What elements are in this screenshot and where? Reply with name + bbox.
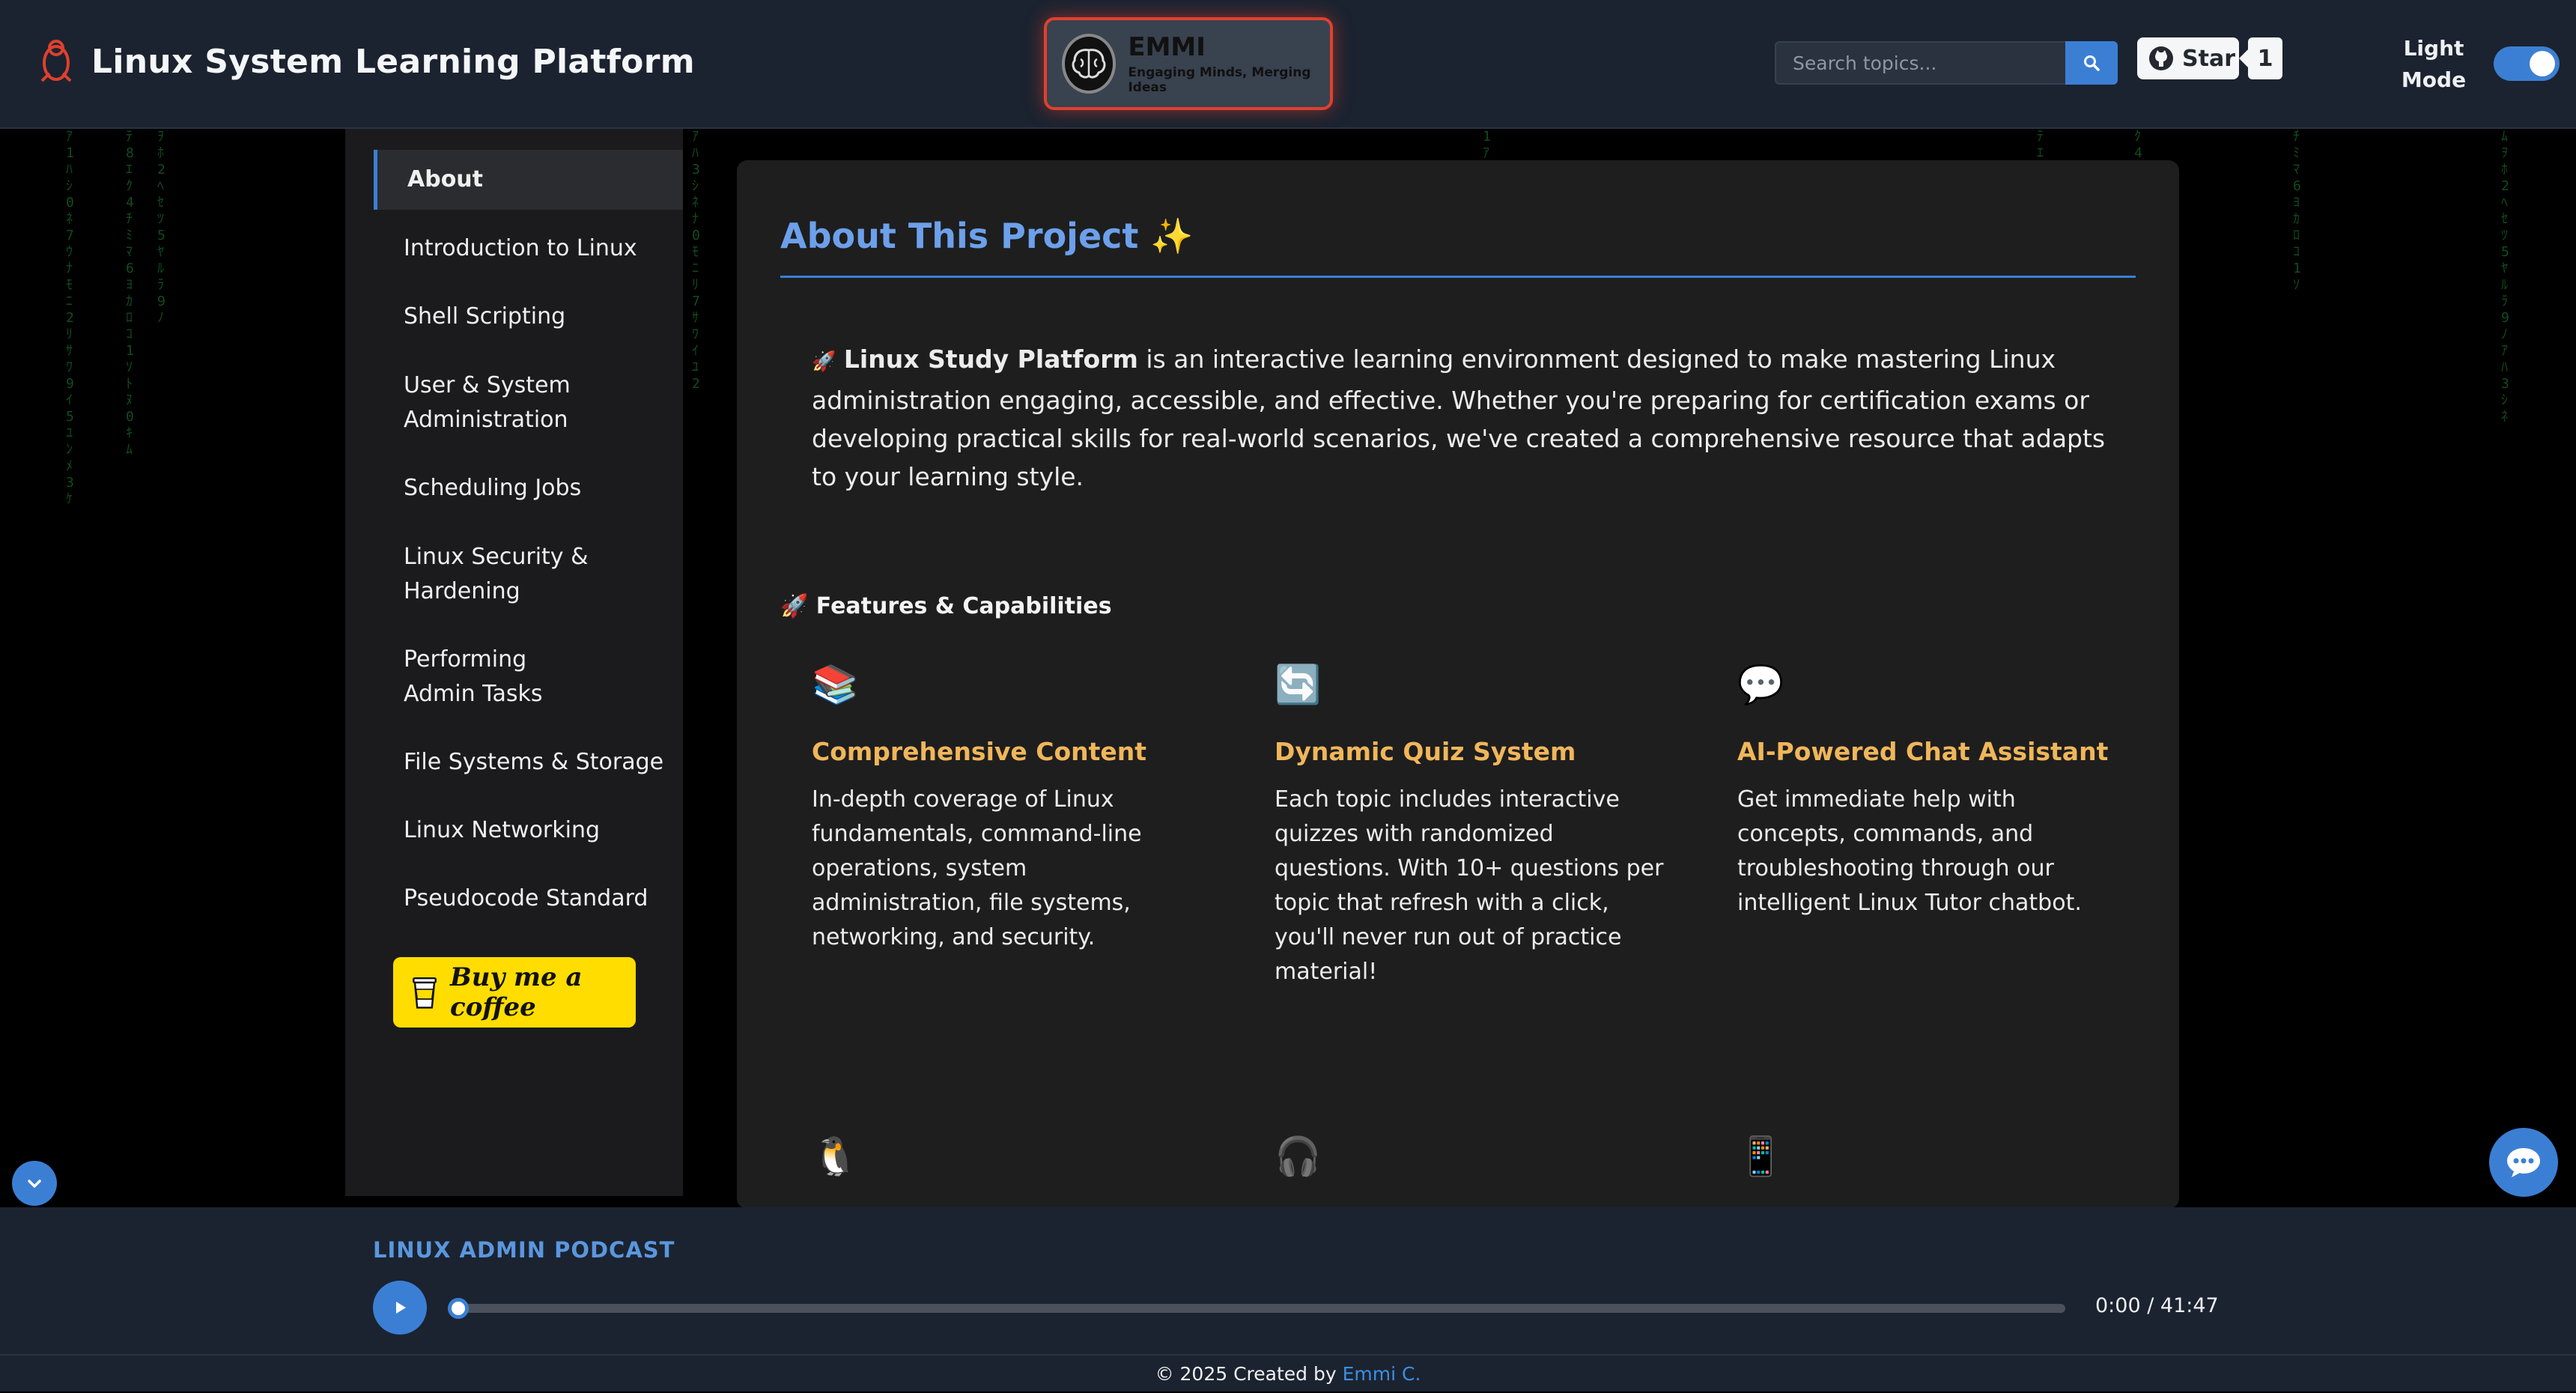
books-icon: 📚 xyxy=(812,663,859,706)
matrix-rain: ｱﾊ3ｼﾈﾅ0ﾓﾆﾘ7ｻﾜｲﾕ2 xyxy=(692,129,700,392)
matrix-rain: ﾑｦﾎ2ﾍｾﾂ5ﾔﾙﾗ9ﾉｱﾊ3ｼﾈ xyxy=(2501,129,2509,425)
buy-me-a-coffee-label: Buy me a coffee xyxy=(450,962,583,1022)
matrix-rain: ﾁﾐﾏ6ﾖｶﾛｺ1ｿ xyxy=(2293,129,2301,293)
logo-tagline: Engaging Minds, Merging Ideas xyxy=(1128,65,1311,95)
feature-title: Comprehensive Content xyxy=(812,737,1147,766)
matrix-rain: 1ｱ xyxy=(1483,129,1491,161)
light-mode-label: Light Mode xyxy=(2401,36,2467,92)
chat-icon xyxy=(2507,1148,2540,1177)
sidebar: About Introduction to Linux Shell Script… xyxy=(345,129,683,1196)
podcast-progress-track[interactable] xyxy=(448,1298,2065,1319)
sidebar-item-user-system-admin[interactable]: User & System Administration xyxy=(374,356,683,450)
theme-toggle[interactable] xyxy=(2494,46,2560,81)
chevron-down-icon xyxy=(28,1180,41,1188)
brain-icon xyxy=(1062,34,1117,94)
matrix-rain: ｦﾎ2ﾍｾﾂ5ﾔﾙﾗ9ﾉ xyxy=(157,129,165,326)
feature-card: 💬 AI-Powered Chat Assistant Get immediat… xyxy=(1737,662,2127,920)
footer-text: © 2025 Created by xyxy=(1155,1363,1343,1385)
feature-card: 🔄 Dynamic Quiz System Each topic include… xyxy=(1275,662,1664,989)
sidebar-item-scheduling-jobs[interactable]: Scheduling Jobs xyxy=(374,458,683,518)
github-star-label: Star xyxy=(2182,45,2235,72)
play-button[interactable] xyxy=(373,1281,427,1335)
sidebar-item-shell-scripting[interactable]: Shell Scripting xyxy=(374,287,683,347)
title-divider xyxy=(780,276,2136,278)
podcast-time: 0:00 / 41:47 xyxy=(2095,1294,2219,1317)
feature-title: Dynamic Quiz System xyxy=(1275,737,1576,766)
sidebar-item-networking[interactable]: Linux Networking xyxy=(374,801,683,861)
podcast-title: LINUX ADMIN PODCAST xyxy=(373,1237,675,1263)
speech-bubble-icon: 💬 xyxy=(1737,663,1784,706)
progress-handle[interactable] xyxy=(448,1298,469,1319)
toggle-knob xyxy=(2530,51,2555,76)
logo-name: EMMI xyxy=(1128,32,1206,62)
buy-me-a-coffee-button[interactable]: Buy me a coffee xyxy=(393,957,636,1028)
github-star-button[interactable]: Star xyxy=(2137,37,2239,79)
podcast-player: LINUX ADMIN PODCAST 0:00 / 41:47 xyxy=(0,1207,2576,1354)
page-title: About This Project ✨ xyxy=(780,216,1194,256)
sidebar-item-introduction[interactable]: Introduction to Linux xyxy=(374,219,683,279)
search-icon xyxy=(2084,55,2100,71)
headphones-icon: 🎧 xyxy=(1275,1135,1322,1178)
matrix-rain: ﾃ8ｴｸ4ﾁﾐﾏ6ﾖｶﾛｺ1ｿﾄﾇ0ｷﾑ xyxy=(126,129,134,458)
sidebar-item-admin-tasks[interactable]: Performing Admin Tasks xyxy=(374,630,683,724)
rocket-icon: 🚀 xyxy=(812,350,836,373)
matrix-rain: ｱ1ﾊｼ0ﾈ7ｳﾅﾓﾆ2ﾘｻﾜ9ｲ5ﾕﾝﾒ3ｹ xyxy=(66,129,74,507)
github-star-count[interactable]: 1 xyxy=(2239,37,2282,79)
intro-paragraph: 🚀 Linux Study Platform is an interactive… xyxy=(812,340,2137,496)
chat-assistant-button[interactable] xyxy=(2489,1128,2558,1197)
feature-card: 📚 Comprehensive Content In-depth coverag… xyxy=(812,662,1201,955)
feature-description: Each topic includes interactive quizzes … xyxy=(1275,786,1664,985)
feature-description: Get immediate help with concepts, comman… xyxy=(1737,786,2082,916)
tux-icon xyxy=(36,37,76,85)
coffee-cup-icon xyxy=(413,977,437,1009)
mobile-phone-icon: 📱 xyxy=(1737,1135,1784,1178)
app-title: Linux System Learning Platform xyxy=(91,42,695,81)
top-header: Linux System Learning Platform EMMI Enga… xyxy=(0,0,2576,129)
about-card: About This Project ✨ 🚀 Linux Study Platf… xyxy=(737,160,2179,1209)
sidebar-item-about[interactable]: About xyxy=(374,150,683,210)
search-input[interactable] xyxy=(1775,41,2067,85)
sidebar-item-file-systems[interactable]: File Systems & Storage xyxy=(374,732,683,792)
scroll-down-button[interactable] xyxy=(12,1161,57,1206)
sidebar-item-pseudocode[interactable]: Pseudocode Standard xyxy=(374,869,683,929)
footer: © 2025 Created by Emmi C. xyxy=(0,1354,2576,1392)
penguin-icon: 🐧 xyxy=(812,1135,859,1178)
features-heading: 🚀 Features & Capabilities xyxy=(780,593,1112,619)
sidebar-item-security-hardening[interactable]: Linux Security & Hardening xyxy=(374,527,683,622)
feature-description: In-depth coverage of Linux fundamentals,… xyxy=(812,786,1142,950)
intro-bold: Linux Study Platform xyxy=(843,345,1138,374)
brand[interactable]: Linux System Learning Platform xyxy=(36,37,695,85)
search-button[interactable] xyxy=(2065,41,2118,85)
emmi-logo[interactable]: EMMI Engaging Minds, Merging Ideas xyxy=(1044,17,1333,110)
github-icon xyxy=(2149,46,2173,70)
feature-title: AI-Powered Chat Assistant xyxy=(1737,737,2109,766)
author-link[interactable]: Emmi C. xyxy=(1343,1363,1421,1385)
refresh-icon: 🔄 xyxy=(1275,663,1322,706)
play-icon xyxy=(396,1302,406,1314)
